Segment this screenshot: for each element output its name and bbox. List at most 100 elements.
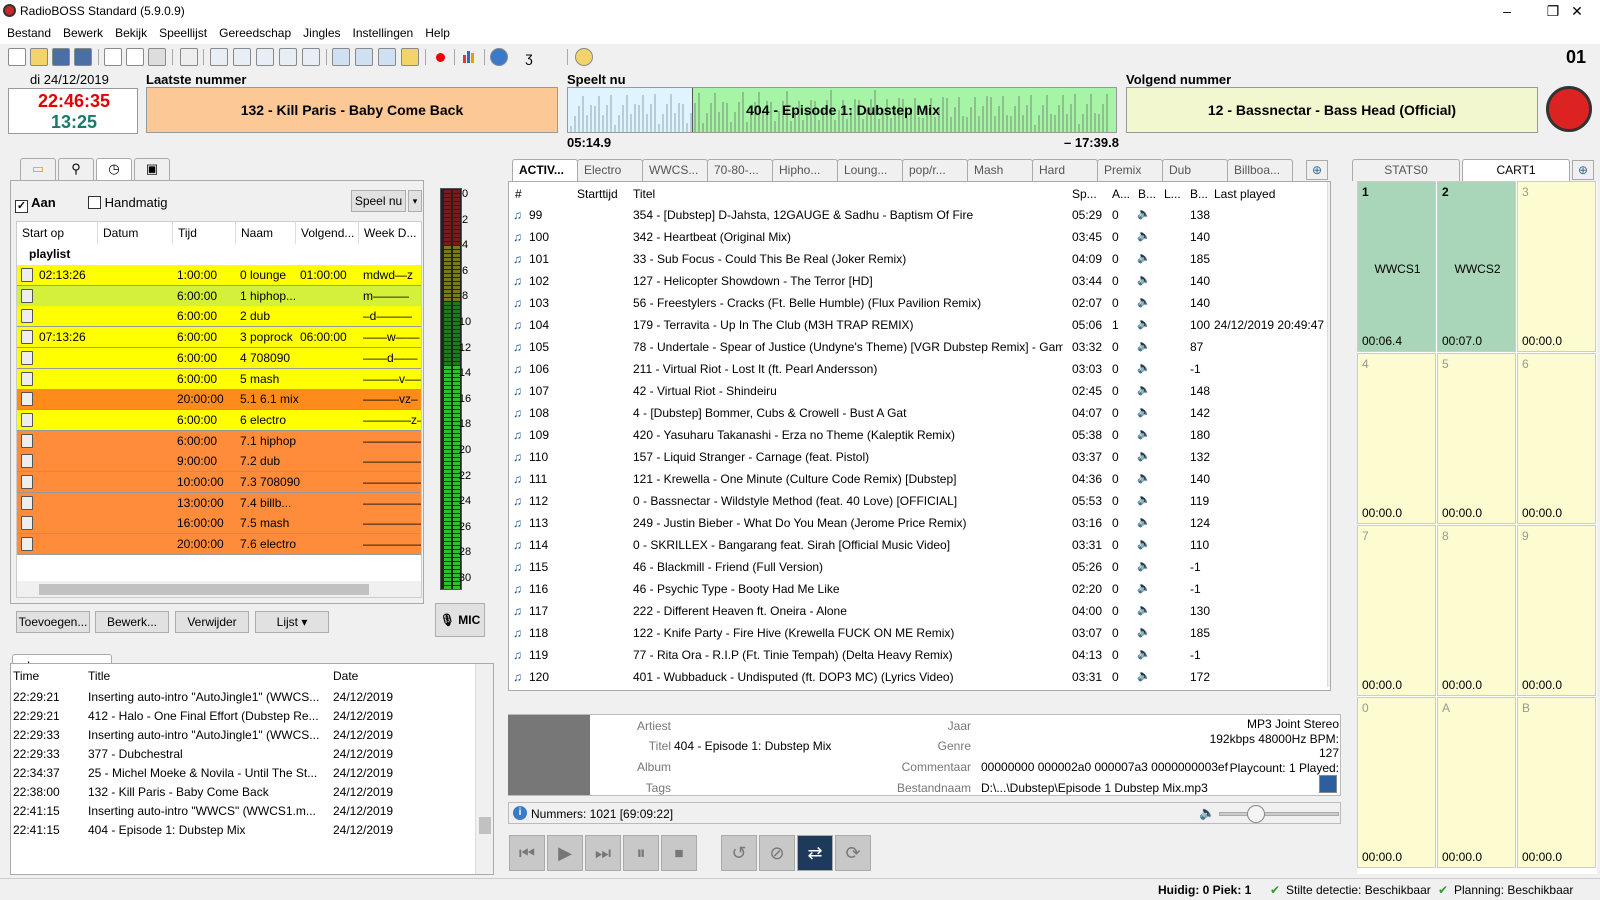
list-dropdown-button[interactable]: Lijst ▾: [255, 611, 329, 633]
playlist-row[interactable]: ♫ 119 77 - Rita Ora - R.I.P (Ft. Tinie Tem…: [509, 644, 1309, 666]
schedule-row[interactable]: 20:00:00 7.6 electro —————z: [17, 534, 421, 556]
cart-button[interactable]: 1 WWCS1 00:06.4: [1357, 181, 1436, 352]
log-row[interactable]: 22:34:37 25 - Michel Moeke & Novila - Unt…: [11, 766, 481, 785]
jingle-icon[interactable]: ʒ: [520, 48, 538, 66]
playlist-row[interactable]: ♫ 102 127 - Helicopter Showdown - The Terr…: [509, 270, 1309, 292]
play-button[interactable]: ▶: [547, 835, 583, 871]
pcol-b[interactable]: B...: [1138, 187, 1156, 201]
shuffle-button[interactable]: ⇄: [797, 835, 833, 871]
add-playlist-tab-icon[interactable]: ⊕: [1306, 160, 1328, 180]
save-all-icon[interactable]: [74, 48, 92, 66]
waveform-display[interactable]: 404 - Episode 1: Dubstep Mix: [567, 87, 1117, 133]
pcol-last-played[interactable]: Last played: [1214, 187, 1275, 201]
add-schedule-button[interactable]: Toevoegen...: [16, 611, 90, 633]
pcol-number[interactable]: #: [515, 187, 522, 201]
previous-button[interactable]: ⏮: [509, 835, 545, 871]
layout-5-icon[interactable]: [302, 48, 320, 66]
playlist-row[interactable]: ♫ 108 4 - [Dubstep] Bommer, Cubs & Crowell…: [509, 402, 1309, 424]
playlist-row[interactable]: ♫ 103 56 - Freestylers - Cracks (Ft. Belle…: [509, 292, 1309, 314]
log-col-date[interactable]: Date: [333, 669, 358, 683]
col-time[interactable]: Tijd: [173, 222, 236, 244]
cart-button[interactable]: 0 00:00.0: [1357, 697, 1436, 868]
playlist-row[interactable]: ♫ 105 78 - Undertale - Spear of Justice (U…: [509, 336, 1309, 358]
playlist-row[interactable]: ♫ 120 401 - Wubbaduck - Undisputed (ft. DO…: [509, 666, 1309, 688]
repeat-button[interactable]: ↺: [721, 835, 757, 871]
menu-speellijst[interactable]: Speellijst: [152, 24, 212, 40]
schedule-hscrollbar[interactable]: [17, 581, 421, 597]
edit-schedule-button[interactable]: Bewerk...: [95, 611, 169, 633]
settings-gear-icon[interactable]: [575, 48, 593, 66]
schedule-row[interactable]: 9:00:00 7.2 dub —————z: [17, 451, 421, 473]
cart-button[interactable]: 5 00:00.0: [1437, 353, 1516, 524]
playlist-row[interactable]: ♫ 115 46 - Blackmill - Friend (Full Versio…: [509, 556, 1309, 578]
open-folder-icon[interactable]: [30, 48, 48, 66]
tab-search-icon[interactable]: ⚲: [58, 158, 94, 180]
next-button[interactable]: ⏭: [585, 835, 621, 871]
schedule-row[interactable]: 13:00:00 7.4 billb... —————z: [17, 492, 421, 514]
last-track-box[interactable]: 132 - Kill Paris - Baby Come Back: [146, 87, 558, 133]
copy-icon[interactable]: [126, 48, 144, 66]
pcol-duration[interactable]: Sp...: [1072, 187, 1097, 201]
globe-icon[interactable]: [490, 48, 508, 66]
menu-bestand[interactable]: Bestand: [0, 24, 56, 40]
close-button[interactable]: ✕: [1554, 0, 1600, 24]
log-row[interactable]: 22:29:33 377 - Dubchestral 24/12/2019: [11, 747, 481, 766]
cart-button[interactable]: 8 00:00.0: [1437, 525, 1516, 696]
playlist-row[interactable]: ♫ 117 222 - Different Heaven ft. Oneira - …: [509, 600, 1309, 622]
menu-gereedschap[interactable]: Gereedschap: [212, 24, 296, 40]
tab-folder-icon[interactable]: ▭: [20, 158, 56, 180]
schedule-row[interactable]: 02:13:26 1:00:00 0 lounge 01:00:00 mdwd—z: [17, 265, 421, 286]
schedule-row[interactable]: 6:00:00 6 electro ————z–: [17, 409, 421, 431]
headphones-icon[interactable]: [1546, 86, 1592, 132]
log-col-time[interactable]: Time: [13, 669, 39, 683]
schedule-row[interactable]: 20:00:00 5.1 6.1 mix ———vz–: [17, 389, 421, 411]
undo-icon[interactable]: [180, 48, 198, 66]
log-row[interactable]: 22:29:21 412 - Halo - One Final Effort (D…: [11, 709, 481, 728]
col-date[interactable]: Datum: [98, 222, 173, 244]
playlist-tab[interactable]: Premix: [1097, 159, 1163, 181]
playlist-tab[interactable]: Billboa...: [1227, 159, 1293, 181]
cart-button[interactable]: 4 00:00.0: [1357, 353, 1436, 524]
pcol-bpm[interactable]: B...: [1190, 187, 1208, 201]
playlist-tab[interactable]: ACTIV...: [512, 159, 578, 181]
cart-button[interactable]: 2 WWCS2 00:07.0: [1437, 181, 1516, 352]
loop-button[interactable]: ⟳: [835, 835, 871, 871]
playlist-tab[interactable]: WWCS...: [642, 159, 708, 181]
minimize-button[interactable]: –: [1484, 0, 1530, 24]
tab-stats0[interactable]: STATS0: [1352, 159, 1460, 181]
playlist-row[interactable]: ♫ 99 354 - [Dubstep] D-Jahsta, 12GAUGE & S…: [509, 204, 1309, 226]
pcol-title[interactable]: Titel: [633, 187, 655, 201]
pcol-starttime[interactable]: Starttijd: [577, 187, 618, 201]
playlist-row[interactable]: ♫ 114 0 - SKRILLEX - Bangarang feat. Sirah…: [509, 534, 1309, 556]
playlist-tab[interactable]: Hard: [1032, 159, 1098, 181]
cart-button[interactable]: 3 00:00.0: [1517, 181, 1596, 352]
speaker-icon[interactable]: [543, 48, 561, 66]
stop-button[interactable]: ⏹: [661, 835, 697, 871]
schedule-row[interactable]: 6:00:00 2 dub –d———: [17, 306, 421, 328]
pause-button[interactable]: ⏸: [623, 835, 659, 871]
log-row[interactable]: 22:41:15 Inserting auto-intro "WWCS" (WWC…: [11, 804, 481, 823]
log-vscrollbar[interactable]: [475, 664, 493, 874]
pcol-a[interactable]: A...: [1112, 187, 1130, 201]
cart-button[interactable]: A 00:00.0: [1437, 697, 1516, 868]
scheduler-on-checkbox[interactable]: ✓ Aan: [15, 195, 56, 213]
insert-track-icon[interactable]: [332, 48, 350, 66]
tab-clock-icon[interactable]: ◷: [96, 158, 132, 180]
col-name[interactable]: Naam: [236, 222, 296, 244]
col-next[interactable]: Volgend...: [296, 222, 359, 244]
play-now-button[interactable]: Speel nu: [351, 190, 406, 212]
paste-icon[interactable]: [148, 48, 166, 66]
playlist-row[interactable]: ♫ 106 211 - Virtual Riot - Lost It (ft. Pe…: [509, 358, 1309, 380]
schedule-row[interactable]: 6:00:00 1 hiphop... m———: [17, 285, 421, 307]
playlist-tab[interactable]: Dub: [1162, 159, 1228, 181]
log-scroll-thumb[interactable]: [479, 817, 491, 834]
play-now-dropdown[interactable]: ▾: [408, 190, 422, 212]
schedule-row[interactable]: 6:00:00 4 708090 ——d——: [17, 347, 421, 369]
playlist-row[interactable]: ♫ 104 179 - Terravita - Up In The Club (M3…: [509, 314, 1324, 336]
save-icon[interactable]: [52, 48, 70, 66]
delete-schedule-button[interactable]: Verwijder: [175, 611, 249, 633]
volume-knob[interactable]: [1247, 805, 1265, 823]
insert-list-icon[interactable]: [355, 48, 373, 66]
menu-jingles[interactable]: Jingles: [296, 24, 345, 40]
schedule-row[interactable]: 16:00:00 7.5 mash —————z: [17, 513, 421, 535]
